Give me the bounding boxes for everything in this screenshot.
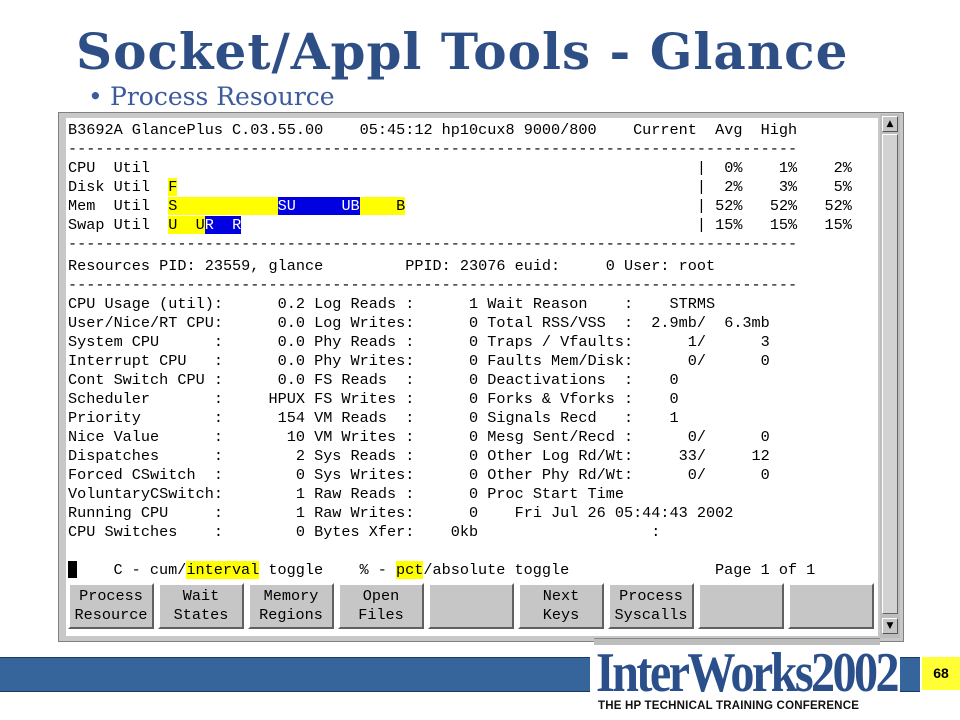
scroll-up-icon[interactable]: ▲: [882, 116, 898, 132]
bullet-text: Process Resource: [110, 82, 335, 111]
process-data-row: Scheduler : HPUX FS Writes : 0 Forks & V…: [68, 390, 679, 408]
process-data-row: Interrupt CPU : 0.0 Phy Writes: 0 Faults…: [68, 352, 770, 370]
util-row: Mem Util S SU UB B | 52% 52% 52%: [68, 197, 852, 216]
util-row: CPU Util | 0% 1% 2%: [68, 159, 852, 178]
interworks-logo: InterWorks2002 THE HP TECHNICAL TRAINING…: [590, 642, 900, 720]
terminal-divider: ----------------------------------------…: [68, 235, 798, 253]
bullet-icon: •: [88, 82, 103, 111]
scroll-thumb[interactable]: [882, 134, 898, 614]
process-data-row: System CPU : 0.0 Phy Reads : 0 Traps / V…: [68, 333, 770, 351]
util-stats: | 15% 15% 15%: [696, 216, 852, 234]
process-data-row: Forced CSwitch : 0 Sys Writes: 0 Other P…: [68, 466, 770, 484]
util-stats: | 2% 3% 5%: [696, 178, 852, 196]
status-text-1: C - cum/: [77, 561, 187, 579]
util-row: Swap Util U UR R | 15% 15% 15%: [68, 216, 852, 235]
status-text-2: toggle % -: [259, 561, 397, 579]
interval-toggle-key: interval: [186, 561, 260, 579]
util-stats: | 52% 52% 52%: [696, 197, 852, 215]
function-key-8[interactable]: [698, 583, 784, 629]
terminal-header: B3692A GlancePlus C.03.55.00 05:45:12 hp…: [68, 121, 798, 139]
util-bar-segment: U U: [168, 216, 205, 234]
process-data-row: CPU Switches : 0 Bytes Xfer: 0kb :: [68, 523, 661, 541]
util-bar-segment: R R: [204, 216, 242, 234]
function-key-4[interactable]: Open Files: [338, 583, 424, 629]
util-bar-segment: S: [168, 197, 278, 215]
util-label: Swap Util: [68, 216, 169, 234]
util-gap: [168, 159, 697, 177]
status-line: C - cum/interval toggle % - pct/absolute…: [68, 561, 815, 580]
status-gap: [569, 561, 715, 579]
util-bar-segment: B: [359, 197, 406, 215]
function-key-bar: Process Resource Wait States Memory Region…: [66, 581, 874, 631]
glance-terminal: B3692A GlancePlus C.03.55.00 05:45:12 hp…: [66, 118, 878, 636]
function-key-2[interactable]: Wait States: [158, 583, 244, 629]
util-label: Disk Util: [68, 178, 169, 196]
util-label: Mem Util: [68, 197, 169, 215]
logo-tagline: THE HP TECHNICAL TRAINING CONFERENCE: [598, 700, 860, 712]
process-data-row: User/Nice/RT CPU: 0.0 Log Writes: 0 Tota…: [68, 314, 770, 332]
scroll-down-icon[interactable]: ▼: [882, 618, 898, 634]
function-key-9[interactable]: [788, 583, 874, 629]
util-row: Disk Util F | 2% 3% 5%: [68, 178, 852, 197]
process-data-row: VoluntaryCSwitch: 1 Raw Reads : 0 Proc S…: [68, 485, 624, 503]
function-key-1[interactable]: Process Resource: [68, 583, 154, 629]
util-label: CPU Util: [68, 159, 169, 177]
page-number: 68: [922, 657, 960, 690]
logo-wordmark: InterWorks2002: [596, 642, 900, 704]
cursor-block: [68, 561, 77, 579]
util-stats: | 0% 1% 2%: [696, 159, 852, 177]
function-key-7[interactable]: Process Syscalls: [608, 583, 694, 629]
vertical-scrollbar[interactable]: ▲ ▼: [880, 114, 900, 638]
function-key-3[interactable]: Memory Regions: [248, 583, 334, 629]
terminal-divider: ----------------------------------------…: [68, 276, 798, 294]
util-gap: [177, 178, 697, 196]
process-data-row: Priority : 154 VM Reads : 0 Signals Recd…: [68, 409, 679, 427]
resources-line: Resources PID: 23559, glance PPID: 23076…: [68, 257, 716, 275]
pct-toggle-key: pct: [396, 561, 424, 579]
process-data-row: Nice Value : 10 VM Writes : 0 Mesg Sent/…: [68, 428, 770, 446]
process-data-row: Running CPU : 1 Raw Writes: 0 Fri Jul 26…: [68, 504, 734, 522]
function-key-6[interactable]: Next Keys: [518, 583, 604, 629]
process-data-row: CPU Usage (util): 0.2 Log Reads : 1 Wait…: [68, 295, 716, 313]
status-text-3: /absolute toggle: [423, 561, 570, 579]
terminal-divider: ----------------------------------------…: [68, 140, 798, 158]
util-bar-segment: SU: [277, 197, 296, 215]
slide-title: Socket/Appl Tools - Glance: [76, 22, 849, 81]
util-gap: [405, 197, 697, 215]
util-gap: [241, 216, 697, 234]
process-data-row: Dispatches : 2 Sys Reads : 0 Other Log R…: [68, 447, 770, 465]
page-indicator: Page 1 of 1: [715, 561, 816, 579]
bullet-item: • Process Resource: [88, 82, 335, 111]
util-bar-segment: UB: [295, 197, 360, 215]
function-key-5[interactable]: [428, 583, 514, 629]
process-data-row: Cont Switch CPU : 0.0 FS Reads : 0 Deact…: [68, 371, 679, 389]
